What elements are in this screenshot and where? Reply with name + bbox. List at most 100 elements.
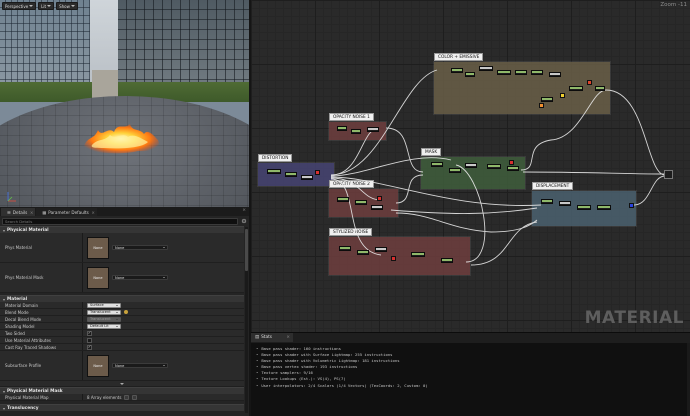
two-sided-checkbox[interactable]: ✓ bbox=[87, 330, 92, 336]
property-label: Use Material Attributes bbox=[5, 337, 52, 343]
add-element-icon[interactable] bbox=[124, 394, 130, 400]
color-swatch-red[interactable] bbox=[377, 196, 382, 201]
graph-node[interactable] bbox=[465, 163, 477, 168]
graph-node[interactable] bbox=[337, 126, 347, 131]
graph-node[interactable] bbox=[431, 162, 443, 167]
graph-node[interactable] bbox=[559, 201, 571, 206]
color-swatch-red[interactable] bbox=[587, 80, 592, 85]
dropdown-value: Translucent bbox=[90, 317, 111, 321]
material-output-node[interactable] bbox=[664, 170, 673, 179]
bullet-icon: • bbox=[256, 382, 259, 388]
graph-node[interactable] bbox=[577, 205, 591, 210]
chevron-down-icon bbox=[29, 5, 34, 7]
chevron-down-icon bbox=[163, 365, 165, 366]
property-label: Subsurface Profile bbox=[5, 363, 42, 368]
dropdown-value: Surface bbox=[90, 303, 104, 307]
chevron-down-icon bbox=[116, 318, 118, 320]
shading-model-dropdown[interactable]: Default Lit bbox=[87, 323, 121, 329]
graph-node[interactable] bbox=[531, 70, 543, 75]
graph-node[interactable] bbox=[541, 97, 553, 102]
color-swatch-orange[interactable] bbox=[539, 103, 544, 108]
graph-node[interactable] bbox=[371, 205, 383, 210]
chevron-down-icon bbox=[116, 311, 118, 313]
chevron-down-icon: ▾ bbox=[3, 405, 6, 411]
graph-node[interactable] bbox=[339, 246, 351, 251]
color-swatch-red[interactable] bbox=[391, 256, 396, 261]
property-label: Shading Model bbox=[5, 323, 35, 329]
asset-thumbnail[interactable]: None bbox=[87, 266, 109, 289]
category-physical-material[interactable]: ▾ Physical Material bbox=[0, 226, 244, 233]
category-physical-material-mask[interactable]: ▾ Physical Material Mask bbox=[0, 387, 244, 394]
graph-node[interactable] bbox=[267, 169, 281, 174]
asset-thumbnail[interactable]: None bbox=[87, 236, 109, 259]
asset-picker[interactable]: None bbox=[112, 275, 168, 280]
graph-node[interactable] bbox=[569, 86, 583, 91]
color-swatch-yellow[interactable] bbox=[560, 93, 565, 98]
clear-elements-icon[interactable] bbox=[132, 394, 138, 400]
property-value: Surface bbox=[83, 302, 121, 308]
graph-node[interactable] bbox=[479, 66, 493, 71]
property-value: None None bbox=[83, 354, 168, 377]
details-body: ▾ Physical Material Phys Material None N… bbox=[0, 226, 244, 416]
category-translucency[interactable]: ▾ Translucency bbox=[0, 404, 244, 411]
graph-node[interactable] bbox=[351, 129, 361, 134]
tab-stats[interactable]: ▤ Stats × bbox=[251, 333, 293, 342]
cast-ray-traced-shadows-checkbox[interactable]: ✓ bbox=[87, 344, 92, 350]
color-swatch-red[interactable] bbox=[315, 170, 320, 175]
lit-label: Lit bbox=[41, 3, 47, 9]
asset-picker[interactable]: None bbox=[112, 245, 168, 250]
graph-node[interactable] bbox=[465, 72, 475, 77]
color-swatch-blue[interactable] bbox=[629, 203, 634, 208]
perspective-button[interactable]: Perspective bbox=[2, 2, 37, 10]
graph-node[interactable] bbox=[597, 205, 611, 210]
graph-node[interactable] bbox=[367, 127, 379, 132]
lit-button[interactable]: Lit bbox=[38, 2, 55, 10]
graph-node[interactable] bbox=[487, 164, 501, 169]
show-button[interactable]: Show bbox=[56, 2, 78, 10]
graph-node[interactable] bbox=[549, 72, 561, 77]
close-panel-icon[interactable]: × bbox=[242, 208, 246, 213]
details-scrollbar[interactable] bbox=[245, 227, 248, 413]
graph-node[interactable] bbox=[355, 200, 367, 205]
graph-node[interactable] bbox=[449, 168, 461, 173]
search-input[interactable]: Search Details bbox=[2, 217, 238, 225]
close-icon[interactable]: × bbox=[30, 210, 33, 215]
graph-node[interactable] bbox=[357, 250, 369, 255]
asset-thumbnail[interactable]: None bbox=[87, 354, 109, 377]
category-material[interactable]: ▾ Material bbox=[0, 295, 244, 302]
property-material-domain: Material Domain Surface bbox=[0, 302, 244, 309]
graph-node[interactable] bbox=[507, 166, 519, 171]
property-shading-model: Shading Model Default Lit bbox=[0, 323, 244, 330]
use-material-attributes-checkbox[interactable] bbox=[87, 337, 92, 343]
graph-node[interactable] bbox=[337, 197, 349, 202]
graph-node[interactable] bbox=[497, 70, 511, 75]
scrollbar-thumb[interactable] bbox=[245, 229, 248, 271]
material-graph[interactable]: COLOR + EMISSIVE OPACITY NOISE 1 DISTORT… bbox=[251, 0, 690, 332]
material-domain-dropdown[interactable]: Surface bbox=[87, 302, 121, 308]
color-swatch-red[interactable] bbox=[509, 160, 514, 165]
graph-node[interactable] bbox=[375, 247, 387, 252]
close-icon[interactable]: × bbox=[286, 335, 290, 340]
viewport[interactable]: Perspective Lit Show bbox=[0, 0, 249, 207]
graph-node[interactable] bbox=[451, 68, 463, 73]
chevron-down-icon bbox=[116, 325, 118, 327]
category-title: Physical Material bbox=[7, 227, 49, 233]
asset-picker[interactable]: None bbox=[112, 363, 168, 368]
building-left bbox=[0, 0, 90, 88]
graph-node[interactable] bbox=[595, 86, 605, 91]
asset-picker-value: None bbox=[115, 245, 125, 250]
close-icon[interactable]: × bbox=[92, 210, 95, 215]
graph-node[interactable] bbox=[515, 70, 527, 75]
tab-details[interactable]: ☰ Details × bbox=[1, 208, 36, 216]
reset-to-default-icon[interactable] bbox=[124, 310, 128, 314]
property-value: None None bbox=[83, 236, 168, 259]
blend-mode-dropdown[interactable]: Translucent bbox=[87, 309, 121, 315]
details-toolbar: Search Details bbox=[0, 216, 249, 226]
view-options-icon[interactable] bbox=[241, 218, 247, 224]
graph-node[interactable] bbox=[541, 199, 553, 204]
graph-node[interactable] bbox=[301, 175, 313, 180]
graph-node[interactable] bbox=[411, 252, 425, 257]
graph-node[interactable] bbox=[441, 258, 453, 263]
graph-node[interactable] bbox=[285, 172, 297, 177]
tab-parameter-defaults[interactable]: ▦ Parameter Defaults × bbox=[36, 208, 97, 216]
